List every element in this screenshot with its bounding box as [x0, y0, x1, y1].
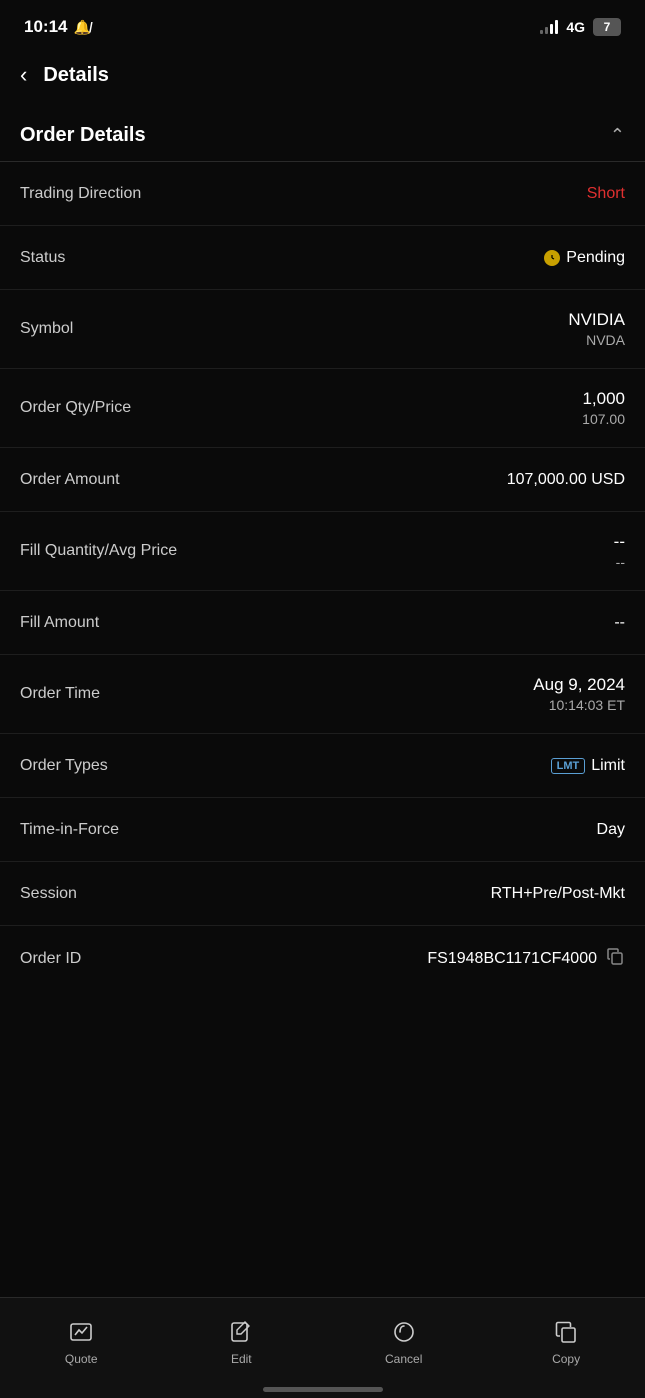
label-fill-amount: Fill Amount [20, 614, 99, 632]
row-fill-qty-avg-price: Fill Quantity/Avg Price -- -- [0, 512, 645, 591]
order-price: 107.00 [582, 411, 625, 427]
toolbar-quote-button[interactable]: Quote [45, 1310, 118, 1374]
label-session: Session [20, 885, 77, 903]
label-status: Status [20, 249, 65, 267]
order-date: Aug 9, 2024 [533, 675, 625, 695]
row-fill-amount: Fill Amount -- [0, 591, 645, 655]
edit-icon [227, 1318, 255, 1346]
symbol-name: NVIDIA [568, 310, 625, 330]
nav-header: ‹ Details [0, 50, 645, 108]
value-order-time: Aug 9, 2024 10:14:03 ET [533, 675, 625, 713]
order-time-et: 10:14:03 ET [549, 697, 625, 713]
row-order-time: Order Time Aug 9, 2024 10:14:03 ET [0, 655, 645, 734]
bottom-toolbar: Quote Edit Cancel Copy [0, 1297, 645, 1398]
label-trading-direction: Trading Direction [20, 185, 141, 203]
toolbar-cancel-label: Cancel [385, 1352, 422, 1366]
section-header: Order Details ⌃ [0, 108, 645, 161]
fill-qty: -- [614, 532, 625, 552]
toolbar-quote-label: Quote [65, 1352, 98, 1366]
value-order-id-container: FS1948BC1171CF4000 [427, 946, 625, 971]
quote-icon [67, 1318, 95, 1346]
copy-icon [552, 1318, 580, 1346]
order-qty: 1,000 [582, 389, 625, 409]
toolbar-edit-button[interactable]: Edit [207, 1310, 275, 1374]
row-order-qty-price: Order Qty/Price 1,000 107.00 [0, 369, 645, 448]
content-area: Order Details ⌃ Trading Direction Short … [0, 108, 645, 1111]
value-order-id: FS1948BC1171CF4000 [427, 950, 597, 968]
toolbar-copy-label: Copy [552, 1352, 580, 1366]
fill-avg-price: -- [616, 554, 625, 570]
row-order-id: Order ID FS1948BC1171CF4000 [0, 926, 645, 991]
label-time-in-force: Time-in-Force [20, 821, 119, 839]
value-status: Pending [544, 249, 625, 267]
notification-bell-icon: 🔔̸ [73, 19, 90, 36]
label-symbol: Symbol [20, 320, 73, 338]
label-order-amount: Order Amount [20, 471, 120, 489]
chevron-up-icon[interactable]: ⌃ [610, 125, 625, 146]
label-order-time: Order Time [20, 685, 100, 703]
row-session: Session RTH+Pre/Post-Mkt [0, 862, 645, 926]
value-order-qty-price: 1,000 107.00 [582, 389, 625, 427]
cancel-icon [390, 1318, 418, 1346]
battery-indicator: 7 [593, 18, 621, 36]
row-trading-direction: Trading Direction Short [0, 162, 645, 226]
row-symbol: Symbol NVIDIA NVDA [0, 290, 645, 369]
home-indicator [263, 1387, 383, 1392]
status-bar: 10:14 🔔̸ 4G 7 [0, 0, 645, 50]
symbol-ticker: NVDA [586, 332, 625, 348]
row-order-amount: Order Amount 107,000.00 USD [0, 448, 645, 512]
copy-order-id-icon[interactable] [605, 946, 625, 971]
label-fill-qty-avg-price: Fill Quantity/Avg Price [20, 542, 177, 560]
pending-dot-icon [544, 250, 560, 266]
nav-title: Details [43, 64, 109, 87]
value-order-types: LMT Limit [551, 757, 625, 775]
clock-icon [547, 253, 557, 263]
back-button[interactable]: ‹ [16, 58, 31, 92]
value-fill-amount: -- [614, 614, 625, 632]
section-title: Order Details [20, 124, 146, 147]
value-trading-direction: Short [587, 185, 625, 203]
toolbar-edit-label: Edit [231, 1352, 252, 1366]
network-type: 4G [566, 19, 585, 35]
value-order-amount: 107,000.00 USD [507, 471, 625, 489]
toolbar-cancel-button[interactable]: Cancel [365, 1310, 442, 1374]
row-status: Status Pending [0, 226, 645, 290]
value-time-in-force: Day [597, 821, 625, 839]
row-time-in-force: Time-in-Force Day [0, 798, 645, 862]
label-order-qty-price: Order Qty/Price [20, 399, 131, 417]
value-fill-qty-avg-price: -- -- [614, 532, 625, 570]
lmt-badge: LMT [551, 758, 586, 774]
order-type-label: Limit [591, 757, 625, 775]
value-symbol: NVIDIA NVDA [568, 310, 625, 348]
row-order-types: Order Types LMT Limit [0, 734, 645, 798]
pending-label: Pending [566, 249, 625, 267]
status-right: 4G 7 [540, 18, 621, 36]
status-time: 10:14 🔔̸ [24, 17, 91, 37]
signal-bars-icon [540, 20, 558, 34]
label-order-types: Order Types [20, 757, 108, 775]
label-order-id: Order ID [20, 950, 81, 968]
value-session: RTH+Pre/Post-Mkt [491, 885, 625, 903]
toolbar-copy-button[interactable]: Copy [532, 1310, 600, 1374]
